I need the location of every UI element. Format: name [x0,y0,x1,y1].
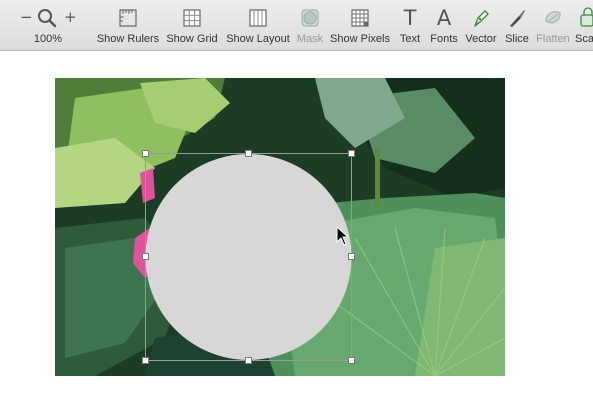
show-pixels-button[interactable]: Show Pixels [329,5,391,47]
scale-label: Sca [575,33,593,45]
show-layout-label: Show Layout [226,33,290,45]
resize-handle-bottom-left[interactable] [142,357,149,364]
text-label: Text [399,33,421,45]
show-rulers-label: Show Rulers [96,33,160,45]
show-rulers-button[interactable]: Show Rulers [96,5,160,47]
fonts-icon: A [436,6,452,30]
show-grid-button[interactable]: Show Grid [165,5,219,47]
vector-label: Vector [465,33,497,45]
fonts-label: Fonts [430,33,458,45]
slice-label: Slice [505,33,529,45]
layout-columns-icon [247,7,269,29]
toolbar: − + 100% Show Rulers Show Grid Show Layo… [0,0,593,51]
zoom-in-button[interactable]: + [64,10,77,25]
text-tool-icon: T [403,6,417,30]
resize-handle-bottom-right[interactable] [348,357,355,364]
flatten-label: Flatten [536,33,570,45]
zoom-control: − + 100% [14,5,82,47]
pixel-grid-icon [349,7,371,29]
resize-handle-top-center[interactable] [245,150,252,157]
shape-selection-box[interactable] [145,153,352,361]
text-tool-button[interactable]: T Text [397,5,423,47]
show-grid-label: Show Grid [166,33,218,45]
mask-label: Mask [296,33,324,45]
canvas[interactable] [0,51,593,405]
resize-handle-top-right[interactable] [348,150,355,157]
flatten-button[interactable]: Flatten [534,5,572,47]
resize-handle-top-left[interactable] [142,150,149,157]
slice-tool-button[interactable]: Slice [503,5,531,47]
resize-handle-middle-right[interactable] [348,253,355,260]
resize-handle-bottom-center[interactable] [245,357,252,364]
grid-icon [181,7,203,29]
pen-icon [470,7,492,29]
flatten-icon [542,7,564,29]
show-layout-button[interactable]: Show Layout [225,5,291,47]
resize-handle-middle-left[interactable] [142,253,149,260]
scale-button[interactable]: Sca [575,5,593,47]
fonts-button[interactable]: A Fonts [428,5,460,47]
ruler-icon [117,7,139,29]
zoom-out-button[interactable]: − [20,10,33,25]
scale-icon [577,7,593,29]
mask-button[interactable]: Mask [295,5,325,47]
magnifier-icon[interactable] [36,7,58,34]
show-pixels-label: Show Pixels [330,33,390,45]
mask-icon [299,7,321,29]
zoom-level: 100% [33,33,63,45]
vector-tool-button[interactable]: Vector [463,5,499,47]
mouse-pointer-icon [336,225,350,251]
knife-icon [506,7,528,29]
